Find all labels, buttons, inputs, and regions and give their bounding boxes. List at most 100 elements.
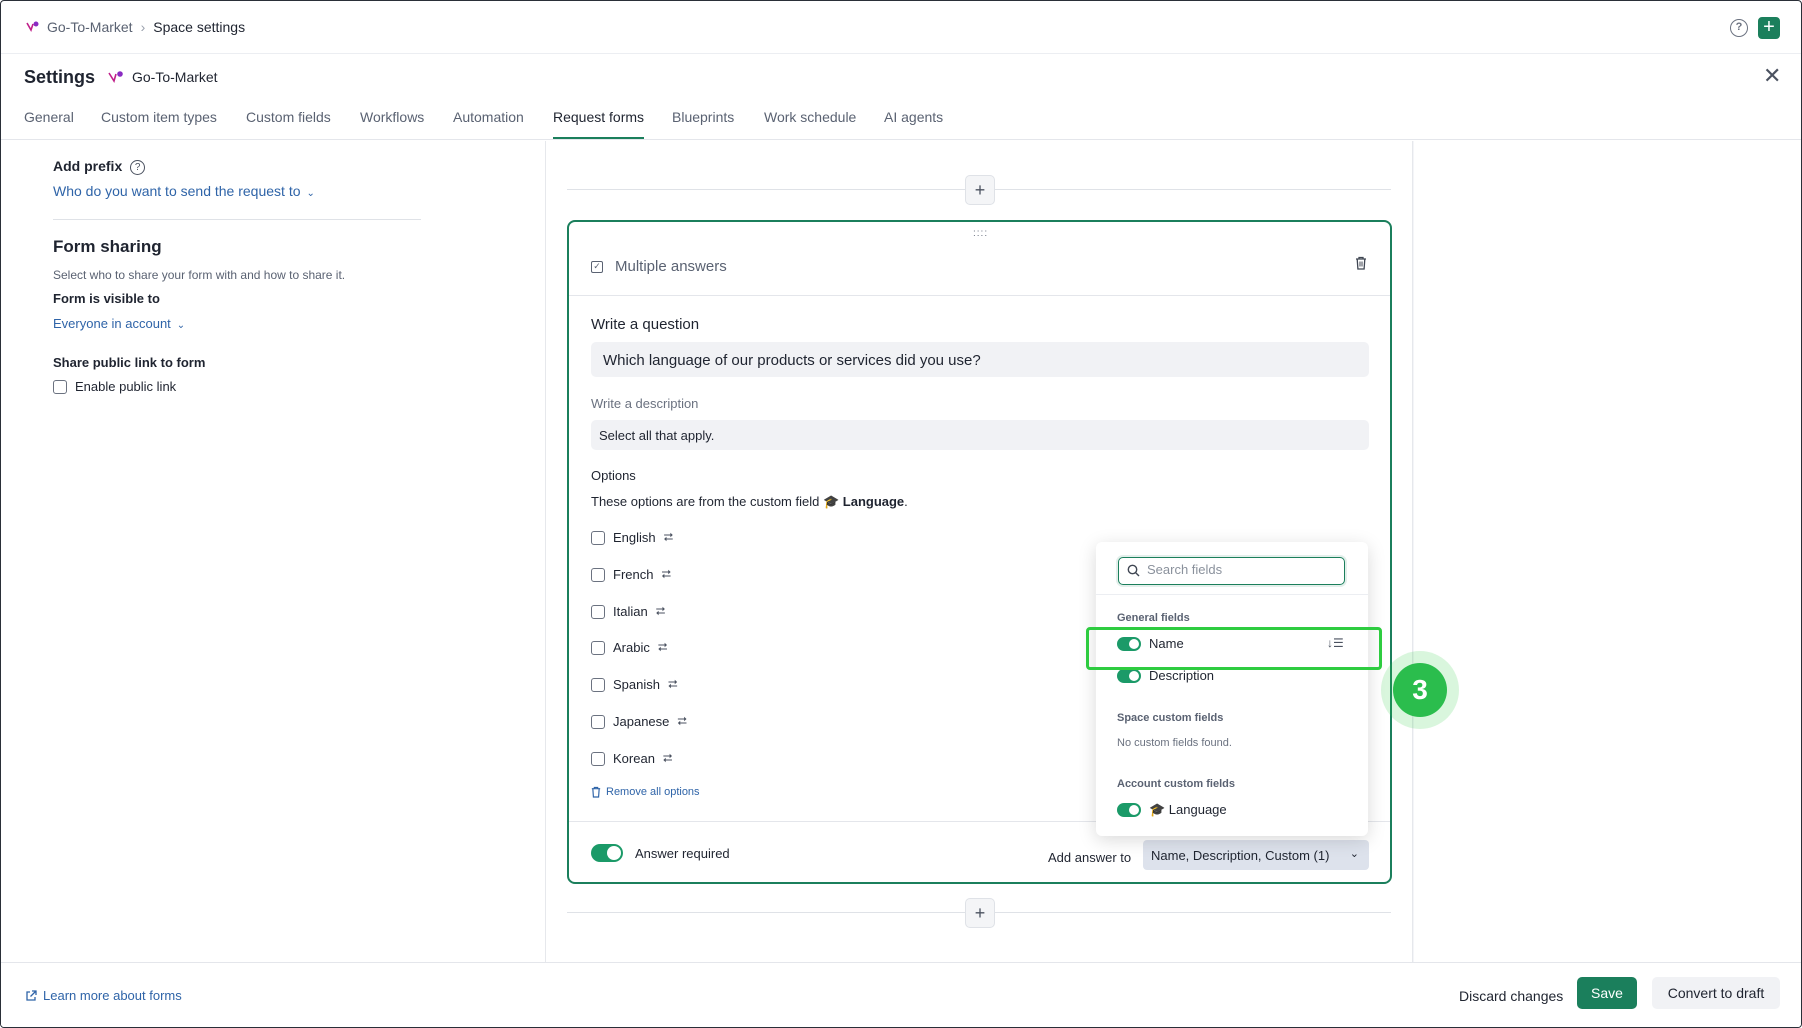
drag-handle-icon[interactable]: :::: bbox=[973, 228, 988, 239]
mapping-arrow-icon: ⮂ bbox=[657, 640, 668, 654]
option-item[interactable]: English ⮂ bbox=[591, 530, 673, 545]
field-item-language[interactable]: 🎓 Language bbox=[1117, 802, 1227, 818]
send-request-dropdown[interactable]: Who do you want to send the request to ⌄ bbox=[53, 183, 315, 199]
tab-automation[interactable]: Automation bbox=[453, 109, 524, 125]
tab-custom-fields[interactable]: Custom fields bbox=[246, 109, 331, 125]
add-question-row-bottom: + bbox=[567, 898, 1391, 928]
add-question-button[interactable]: + bbox=[965, 898, 995, 928]
option-item[interactable]: Korean ⮂ bbox=[591, 751, 673, 766]
option-label: English bbox=[613, 530, 656, 545]
save-button[interactable]: Save bbox=[1577, 977, 1637, 1009]
enable-public-link-row[interactable]: Enable public link bbox=[53, 379, 176, 394]
learn-more-link[interactable]: Learn more about forms bbox=[25, 988, 182, 1003]
field-description-label: Description bbox=[1149, 668, 1215, 683]
account-custom-fields-heading: Account custom fields bbox=[1117, 778, 1235, 790]
tab-workflows[interactable]: Workflows bbox=[360, 109, 424, 125]
options-note: These options are from the custom field … bbox=[591, 494, 908, 510]
trash-icon bbox=[591, 786, 601, 798]
option-label: Korean bbox=[613, 751, 655, 766]
visible-to-label: Form is visible to bbox=[53, 291, 160, 306]
search-fields-input[interactable] bbox=[1147, 562, 1337, 577]
option-item[interactable]: French ⮂ bbox=[591, 567, 671, 582]
discard-changes-button[interactable]: Discard changes bbox=[1459, 988, 1563, 1004]
tab-general[interactable]: General bbox=[24, 109, 74, 125]
option-checkbox[interactable] bbox=[591, 714, 605, 729]
option-checkbox[interactable] bbox=[591, 640, 605, 655]
question-label: Write a question bbox=[591, 316, 700, 333]
option-checkbox[interactable] bbox=[591, 751, 605, 766]
footer-bar: Learn more about forms Discard changes S… bbox=[1, 962, 1801, 1027]
field-description-toggle[interactable] bbox=[1117, 668, 1141, 683]
divider bbox=[53, 219, 421, 220]
left-panel-bg bbox=[1, 141, 545, 962]
option-label: Arabic bbox=[613, 640, 650, 655]
search-icon bbox=[1127, 564, 1140, 577]
form-sharing-title: Form sharing bbox=[53, 237, 162, 256]
field-item-description[interactable]: Description bbox=[1117, 668, 1214, 683]
space-name: Go-To-Market bbox=[132, 69, 218, 85]
option-label: Spanish bbox=[613, 677, 660, 692]
options-note-suffix: . bbox=[904, 494, 908, 509]
top-bar: Go-To-Market › Space settings ? + bbox=[1, 1, 1801, 54]
option-item[interactable]: Arabic ⮂ bbox=[591, 640, 667, 655]
option-checkbox[interactable] bbox=[591, 677, 605, 692]
question-mark-icon[interactable]: ? bbox=[130, 159, 146, 175]
add-answer-to-dropdown[interactable]: Name, Description, Custom (1) ⌄ bbox=[1143, 840, 1369, 870]
chevron-down-icon: ⌄ bbox=[1349, 848, 1359, 860]
convert-to-draft-button[interactable]: Convert to draft bbox=[1652, 977, 1780, 1009]
answer-required-label: Answer required bbox=[635, 845, 730, 861]
checkbox-checked-icon: ✓ bbox=[591, 260, 603, 273]
question-card-header: :::: ✓ Multiple answers bbox=[569, 222, 1390, 296]
field-language-toggle[interactable] bbox=[1117, 803, 1141, 817]
space-chip: Go-To-Market bbox=[108, 69, 218, 85]
learn-more-label: Learn more about forms bbox=[43, 988, 182, 1003]
app-window: Go-To-Market › Space settings ? + Settin… bbox=[0, 0, 1802, 1028]
add-question-button[interactable]: + bbox=[965, 175, 995, 205]
share-link-label: Share public link to form bbox=[53, 355, 206, 370]
space-logo-icon bbox=[108, 71, 123, 83]
breadcrumb-space-link[interactable]: Go-To-Market bbox=[47, 19, 133, 35]
trash-icon[interactable] bbox=[1355, 256, 1367, 270]
close-icon[interactable]: ✕ bbox=[1763, 65, 1781, 87]
options-label: Options bbox=[591, 468, 636, 483]
chevron-down-icon: ⌄ bbox=[176, 320, 186, 331]
help-icon[interactable]: ? bbox=[1730, 19, 1748, 37]
option-item[interactable]: Italian ⮂ bbox=[591, 604, 665, 619]
enable-public-link-label: Enable public link bbox=[75, 379, 177, 394]
add-question-row-top: + bbox=[567, 175, 1391, 205]
option-checkbox[interactable] bbox=[591, 530, 605, 545]
option-label: Japanese bbox=[613, 714, 670, 729]
option-checkbox[interactable] bbox=[591, 604, 605, 619]
external-link-icon bbox=[26, 989, 37, 1001]
remove-all-options-label: Remove all options bbox=[606, 786, 700, 798]
option-item[interactable]: Japanese ⮂ bbox=[591, 714, 687, 729]
tab-blueprints[interactable]: Blueprints bbox=[672, 109, 734, 125]
step-marker: 3 bbox=[1381, 651, 1459, 729]
enable-public-link-checkbox[interactable] bbox=[53, 379, 67, 394]
option-label: Italian bbox=[613, 604, 648, 619]
visible-to-value: Everyone in account bbox=[53, 316, 171, 331]
option-checkbox[interactable] bbox=[591, 567, 605, 582]
right-panel-bg bbox=[1414, 141, 1801, 962]
create-plus-button[interactable]: + bbox=[1758, 17, 1780, 39]
search-field-box[interactable] bbox=[1118, 557, 1345, 585]
add-answer-to-label: Add answer to bbox=[1048, 850, 1132, 865]
option-item[interactable]: Spanish ⮂ bbox=[591, 677, 678, 692]
chevron-down-icon: ⌄ bbox=[306, 188, 315, 199]
step-number: 3 bbox=[1393, 663, 1447, 717]
mapping-arrow-icon: ⮂ bbox=[667, 677, 678, 691]
tab-request-forms[interactable]: Request forms bbox=[553, 109, 644, 125]
send-request-dropdown-label: Who do you want to send the request to bbox=[53, 183, 301, 199]
answer-required-toggle[interactable] bbox=[591, 844, 623, 862]
tab-work-schedule[interactable]: Work schedule bbox=[764, 109, 856, 125]
visible-to-dropdown[interactable]: Everyone in account ⌄ bbox=[53, 316, 185, 331]
mapping-arrow-icon: ⮂ bbox=[663, 530, 674, 544]
question-input[interactable]: Which language of our products or servic… bbox=[591, 342, 1369, 377]
no-custom-fields-text: No custom fields found. bbox=[1117, 737, 1232, 749]
answer-required-row: Answer required bbox=[591, 844, 730, 862]
remove-all-options-button[interactable]: Remove all options bbox=[591, 786, 700, 798]
tab-custom-item-types[interactable]: Custom item types bbox=[101, 109, 217, 125]
fields-dropdown: General fields Name ↓☰ Description Space… bbox=[1096, 542, 1368, 836]
description-input[interactable]: Select all that apply. bbox=[591, 420, 1369, 450]
tab-ai-agents[interactable]: AI agents bbox=[884, 109, 943, 125]
